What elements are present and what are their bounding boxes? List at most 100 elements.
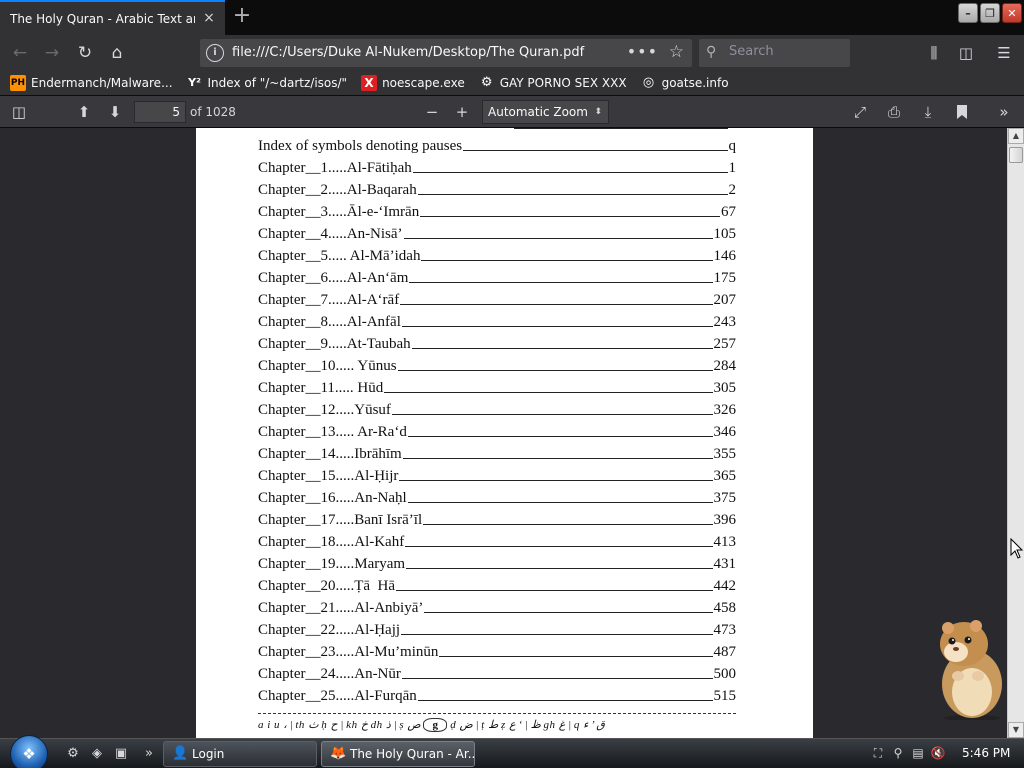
taskbar-clock[interactable]: 5:46 PM <box>962 746 1010 760</box>
page-number-input[interactable]: 5 <box>134 101 186 123</box>
forward-icon[interactable]: → <box>38 39 66 67</box>
toc-page: 431 <box>713 556 737 572</box>
reload-icon[interactable]: ↻ <box>71 39 99 67</box>
toc-label: Chapter__24.....An-Nūr <box>258 666 401 682</box>
toc-label: Chapter__19.....Maryam <box>258 556 406 572</box>
toc-entry: Chapter__23.....Al-Mu’minūn 487 <box>258 639 736 661</box>
bookmark-label: Index of "/~dartz/isos/" <box>207 76 348 90</box>
toc-entry: Chapter__12.....Yūsuf 326 <box>258 397 736 419</box>
search-bar[interactable]: ⚲ <box>699 39 850 67</box>
bookmark-dartz-isos[interactable]: Y² Index of "/~dartz/isos/" <box>187 75 348 91</box>
toc-label: Chapter__13..... Ar-Ra‘d <box>258 424 407 440</box>
minimize-button[interactable]: – <box>958 3 978 23</box>
bookmark-star-icon[interactable]: ☆ <box>669 42 684 62</box>
taskbar-item-login[interactable]: 👤 Login <box>163 741 317 767</box>
toc-entry: Chapter__7.....Al-A‘rāf 207 <box>258 287 736 309</box>
tray-volume-muted-icon[interactable]: 🔇 <box>930 744 946 762</box>
zoom-in-icon[interactable]: + <box>449 99 475 125</box>
previous-page-icon[interactable]: ⬆ <box>71 99 97 125</box>
toc-label: Chapter__17.....Banī Isrā’īl <box>258 512 423 528</box>
new-tab-icon[interactable]: + <box>230 4 254 28</box>
tab-close-icon[interactable]: × <box>201 10 217 26</box>
tray-display-icon[interactable]: ▤ <box>910 744 926 762</box>
tray-network-icon[interactable]: ⛶ <box>870 744 886 762</box>
windows-logo-icon: ❖ <box>22 745 36 763</box>
x-favicon-icon: X <box>361 75 378 91</box>
toc-page: 365 <box>713 468 737 484</box>
bookmark-noescape[interactable]: X noescape.exe <box>361 75 465 91</box>
home-icon[interactable]: ⌂ <box>103 39 131 67</box>
system-tray: ⛶ ⚲ ▤ 🔇 <box>870 744 946 762</box>
toc-label: Chapter__22.....Al-Ḥajj <box>258 622 401 638</box>
toc-page: 67 <box>721 204 736 220</box>
vertical-scrollbar[interactable]: ▲ ▼ <box>1007 128 1024 738</box>
zoom-select[interactable]: Automatic Zoom ⬍ <box>482 100 609 124</box>
back-icon[interactable]: ← <box>6 39 34 67</box>
toc-page: 207 <box>713 292 737 308</box>
toc-entry: Chapter__22.....Al-Ḥajj 473 <box>258 617 736 639</box>
zoom-out-icon[interactable]: − <box>419 99 445 125</box>
bookmark-goatse[interactable]: ◎ goatse.info <box>641 75 729 91</box>
taskbar-item-firefox[interactable]: 🦊 The Holy Quran - Ar... <box>321 741 475 767</box>
toc-entry: Chapter__15.....Al-Ḥijr 365 <box>258 463 736 485</box>
start-button[interactable]: ❖ <box>10 735 48 768</box>
bookmark-label: Endermanch/Malware... <box>31 76 173 90</box>
cut-off-line <box>514 128 728 129</box>
toc-page: 413 <box>713 534 737 550</box>
toc-page: 500 <box>713 666 737 682</box>
mouse-cursor-icon <box>1010 538 1024 559</box>
bookmark-gay-porno[interactable]: ⚙ GAY PORNO SEX XXX <box>479 75 627 91</box>
scroll-thumb[interactable] <box>1009 147 1023 163</box>
toc-label: Index of symbols denoting pauses <box>258 138 463 154</box>
scroll-up-icon[interactable]: ▲ <box>1008 128 1024 144</box>
toc-header-line: Index of symbols denoting pauses q <box>258 133 736 155</box>
toc-entry: Chapter__18.....Al-Kahf 413 <box>258 529 736 551</box>
close-window-button[interactable]: ✕ <box>1002 3 1022 23</box>
toc-entry: Chapter__8.....Al-Anfāl 243 <box>258 309 736 331</box>
search-input[interactable] <box>729 44 839 59</box>
tray-search-icon[interactable]: ⚲ <box>890 744 906 762</box>
bookmark-endermanch[interactable]: PH Endermanch/Malware... <box>10 75 173 91</box>
scroll-down-icon[interactable]: ▼ <box>1008 722 1024 738</box>
search-icon: ⚲ <box>706 44 717 60</box>
toc-page: 326 <box>713 402 737 418</box>
sidebar-icon[interactable]: ◫ <box>952 39 980 67</box>
page-actions-icon[interactable]: ••• <box>627 42 658 61</box>
tools-icon[interactable]: » <box>991 99 1017 125</box>
active-tab[interactable]: The Holy Quran - Arabic Text and E × <box>0 0 225 35</box>
quicklaunch-overflow-icon[interactable]: » <box>140 745 158 763</box>
pornhub-favicon-icon: PH <box>10 75 26 91</box>
toc-entry: Chapter__2.....Al-Baqarah 2 <box>258 177 736 199</box>
menu-icon[interactable]: ☰ <box>990 39 1018 67</box>
bookmark-icon[interactable] <box>949 99 975 125</box>
next-page-icon[interactable]: ⬇ <box>102 99 128 125</box>
print-icon[interactable]: ⎙ <box>881 99 907 125</box>
save-icon[interactable]: ⤓ <box>915 99 941 125</box>
toc-page: 257 <box>713 336 737 352</box>
url-bar[interactable]: i file:///C:/Users/Duke Al-Nukem/Desktop… <box>200 39 692 67</box>
toc-label: Chapter__8.....Al-Anfāl <box>258 314 401 330</box>
pdf-viewer[interactable]: Index of symbols denoting pauses q Chapt… <box>0 128 1024 738</box>
url-text[interactable]: file:///C:/Users/Duke Al-Nukem/Desktop/T… <box>232 45 584 60</box>
firefox-icon: 🦊 <box>330 746 347 761</box>
quicklaunch-gear-icon[interactable]: ⚙ <box>64 745 82 763</box>
presentation-mode-icon[interactable]: ⤢ <box>847 99 873 125</box>
toc-entry: Chapter__11..... Hūd 305 <box>258 375 736 397</box>
library-icon[interactable]: ⫼ <box>920 39 948 67</box>
sidebar-toggle-icon[interactable]: ◫ <box>6 99 32 125</box>
toc-label: Chapter__1.....Al-Fātiḥah <box>258 160 412 176</box>
toc-page: 355 <box>713 446 737 462</box>
quicklaunch-browser-icon[interactable]: ◈ <box>88 745 106 763</box>
taskbar-item-label: The Holy Quran - Ar... <box>350 747 475 761</box>
site-info-icon[interactable]: i <box>206 44 224 62</box>
quicklaunch-desktop-icon[interactable]: ▣ <box>112 745 130 763</box>
toc-entry: Chapter__25.....Al-Furqān 515 <box>258 683 736 705</box>
hamster-mascot-icon[interactable] <box>928 614 1008 720</box>
toc-entry: Chapter__13..... Ar-Ra‘d 346 <box>258 419 736 441</box>
toc-page: 105 <box>713 226 737 242</box>
tab-strip: The Holy Quran - Arabic Text and E × + –… <box>0 0 1024 35</box>
maximize-button[interactable]: ❐ <box>980 3 1000 23</box>
bookmark-label: goatse.info <box>661 76 729 90</box>
toc-page: 515 <box>713 688 737 704</box>
toc-label: Chapter__7.....Al-A‘rāf <box>258 292 400 308</box>
